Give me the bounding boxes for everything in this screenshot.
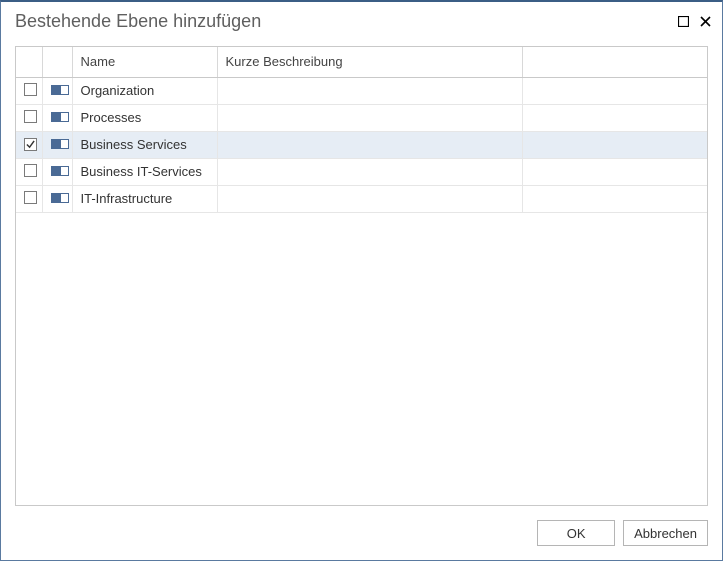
row-checkbox[interactable] (24, 164, 37, 177)
row-extra (522, 77, 707, 104)
column-header-extra[interactable] (522, 47, 707, 77)
column-header-description[interactable]: Kurze Beschreibung (217, 47, 522, 77)
row-extra (522, 131, 707, 158)
row-name: Organization (72, 77, 217, 104)
body: Name Kurze Beschreibung OrganizationProc… (1, 40, 722, 506)
table-row[interactable]: Organization (16, 77, 707, 104)
row-description (217, 131, 522, 158)
row-extra (522, 185, 707, 212)
row-checkbox[interactable] (24, 110, 37, 123)
column-header-name[interactable]: Name (72, 47, 217, 77)
dialog-title: Bestehende Ebene hinzufügen (15, 11, 261, 32)
column-header-check[interactable] (16, 47, 42, 77)
row-description (217, 158, 522, 185)
footer: OK Abbrechen (1, 506, 722, 560)
layers-grid: Name Kurze Beschreibung OrganizationProc… (15, 46, 708, 506)
ok-button[interactable]: OK (537, 520, 615, 546)
grid-empty-area (16, 213, 707, 506)
layer-icon (51, 83, 67, 95)
row-checkbox[interactable] (24, 83, 37, 96)
row-name: IT-Infrastructure (72, 185, 217, 212)
row-name: Processes (72, 104, 217, 131)
table-row[interactable]: Business IT-Services (16, 158, 707, 185)
maximize-button[interactable] (676, 14, 690, 28)
table-row[interactable]: IT-Infrastructure (16, 185, 707, 212)
row-description (217, 104, 522, 131)
table-row[interactable]: Business Services (16, 131, 707, 158)
column-header-icon[interactable] (42, 47, 72, 77)
layer-icon (51, 137, 67, 149)
row-checkbox[interactable] (24, 191, 37, 204)
window-controls (676, 14, 712, 28)
titlebar: Bestehende Ebene hinzufügen (1, 2, 722, 40)
row-name: Business IT-Services (72, 158, 217, 185)
cancel-button[interactable]: Abbrechen (623, 520, 708, 546)
layer-icon (51, 191, 67, 203)
row-extra (522, 158, 707, 185)
layer-icon (51, 164, 67, 176)
table-row[interactable]: Processes (16, 104, 707, 131)
row-name: Business Services (72, 131, 217, 158)
layer-icon (51, 110, 67, 122)
row-checkbox[interactable] (24, 138, 37, 151)
dialog: Bestehende Ebene hinzufügen Name (0, 0, 723, 561)
row-extra (522, 104, 707, 131)
row-description (217, 77, 522, 104)
close-button[interactable] (698, 14, 712, 28)
row-description (217, 185, 522, 212)
